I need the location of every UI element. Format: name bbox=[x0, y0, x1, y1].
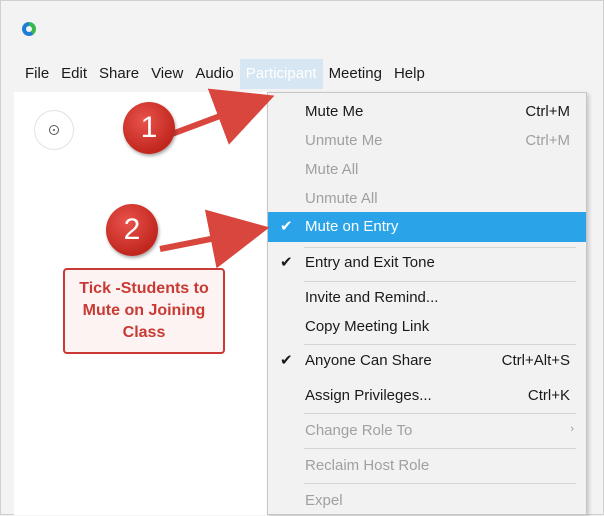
annotation-arrows bbox=[159, 88, 275, 269]
step-2-badge: 2 bbox=[106, 204, 158, 256]
callout-text: Tick -Students to Mute on Joining Class bbox=[79, 280, 209, 341]
arrow-2 bbox=[159, 209, 270, 269]
step-1-badge: 1 bbox=[123, 102, 175, 154]
arrow-1 bbox=[170, 88, 275, 145]
instruction-callout: Tick -Students to Mute on Joining Class bbox=[63, 268, 225, 354]
